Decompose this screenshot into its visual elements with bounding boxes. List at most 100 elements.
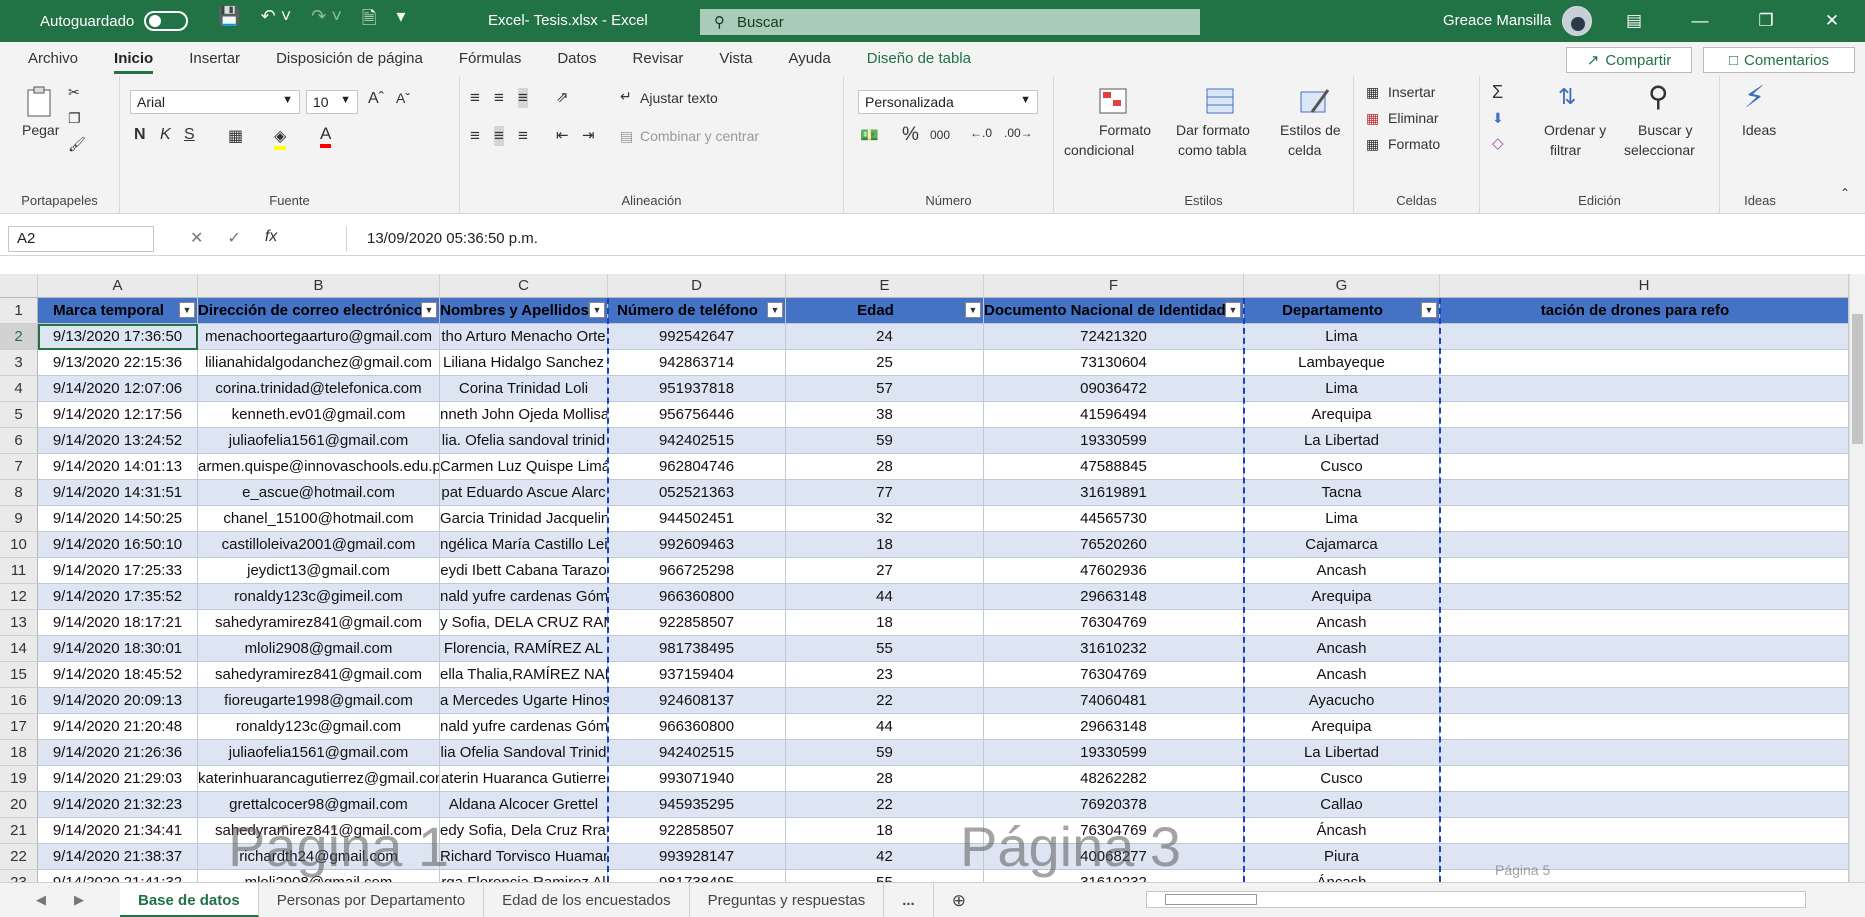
table-cell[interactable]: fioreugarte1998@gmail.com <box>198 688 440 714</box>
table-cell[interactable]: Corina Trinidad Loli <box>440 376 608 402</box>
column-header[interactable]: D <box>608 274 786 298</box>
conditional-format-icon[interactable] <box>1096 86 1130 118</box>
align-bottom-icon[interactable]: ≡ <box>518 88 528 108</box>
underline-button[interactable]: S <box>184 126 195 144</box>
table-cell[interactable]: Richard Torvisco Huaman <box>440 844 608 870</box>
horizontal-scroll-thumb[interactable] <box>1165 894 1257 905</box>
row-header[interactable]: 4 <box>0 376 38 402</box>
table-cell[interactable]: 9/14/2020 14:01:13 <box>38 454 198 480</box>
table-cell[interactable]: 962804746 <box>608 454 786 480</box>
table-cell[interactable]: 09036472 <box>984 376 1244 402</box>
row-header[interactable]: 14 <box>0 636 38 662</box>
table-cell[interactable]: Garcia Trinidad Jacqueline <box>440 506 608 532</box>
table-cell[interactable]: 47602936 <box>984 558 1244 584</box>
paste-icon[interactable] <box>24 86 58 118</box>
filter-dropdown-icon[interactable]: ▼ <box>179 302 195 318</box>
copy-icon[interactable]: ❐ <box>68 110 81 127</box>
table-cell[interactable]: eydi Ibett Cabana Tarazo <box>440 558 608 584</box>
prev-sheet-icon[interactable]: ◀ <box>36 892 46 908</box>
column-header[interactable]: B <box>198 274 440 298</box>
table-cell[interactable]: 9/14/2020 14:31:51 <box>38 480 198 506</box>
row-header[interactable]: 8 <box>0 480 38 506</box>
table-cell[interactable]: 966360800 <box>608 584 786 610</box>
thousands-button[interactable]: 000 <box>930 128 950 142</box>
table-cell[interactable]: corina.trinidad@telefonica.com <box>198 376 440 402</box>
table-cell[interactable]: ngélica María Castillo Lei <box>440 532 608 558</box>
sheet-tab-base-de-datos[interactable]: Base de datos <box>120 882 259 917</box>
table-cell[interactable]: 9/14/2020 17:25:33 <box>38 558 198 584</box>
table-cell[interactable] <box>1440 480 1849 506</box>
avatar[interactable] <box>1562 6 1592 36</box>
table-cell[interactable] <box>1440 714 1849 740</box>
table-cell[interactable]: 9/14/2020 21:41:32 <box>38 870 198 882</box>
sort-filter-label1[interactable]: Ordenar y <box>1544 122 1606 138</box>
filter-dropdown-icon[interactable]: ▼ <box>589 302 605 318</box>
fill-color-icon[interactable]: ◈ <box>274 126 287 150</box>
find-select-label2[interactable]: seleccionar <box>1624 142 1695 158</box>
increase-decimal-icon[interactable]: ←.0 <box>970 126 992 140</box>
table-cell[interactable]: 942402515 <box>608 428 786 454</box>
table-header-cell[interactable]: Nombres y Apellidos ▼ <box>440 298 608 324</box>
align-top-icon[interactable]: ≡ <box>470 88 480 108</box>
column-header[interactable]: F <box>984 274 1244 298</box>
row-header[interactable]: 22 <box>0 844 38 870</box>
table-cell[interactable]: 18 <box>786 818 984 844</box>
vertical-scrollbar[interactable] <box>1849 274 1865 882</box>
table-cell[interactable]: Cusco <box>1244 454 1440 480</box>
table-header-cell[interactable]: Número de teléfono ▼ <box>608 298 786 324</box>
table-cell[interactable]: Lima <box>1244 506 1440 532</box>
table-cell[interactable]: 9/14/2020 21:32:23 <box>38 792 198 818</box>
table-cell[interactable] <box>1440 454 1849 480</box>
table-cell[interactable]: 942863714 <box>608 350 786 376</box>
ribbon-display-icon[interactable]: ▤ <box>1601 0 1667 42</box>
increase-indent-icon[interactable]: ⇥ <box>582 126 595 144</box>
collapse-ribbon-icon[interactable]: ⌃ <box>1840 186 1850 200</box>
autosave-toggle[interactable] <box>144 11 189 31</box>
table-cell[interactable]: Arequipa <box>1244 402 1440 428</box>
table-cell[interactable]: 9/14/2020 21:26:36 <box>38 740 198 766</box>
table-cell[interactable]: 922858507 <box>608 818 786 844</box>
table-cell[interactable]: rga Florencia Ramirez Al <box>440 870 608 882</box>
tab-inicio[interactable]: Inicio <box>96 42 171 76</box>
table-cell[interactable] <box>1440 532 1849 558</box>
table-cell[interactable] <box>1440 558 1849 584</box>
table-cell[interactable] <box>1440 662 1849 688</box>
table-cell[interactable]: 44565730 <box>984 506 1244 532</box>
tab-insertar[interactable]: Insertar <box>171 42 258 76</box>
table-cell[interactable] <box>1440 766 1849 792</box>
column-header[interactable]: G <box>1244 274 1440 298</box>
column-header[interactable]: C <box>440 274 608 298</box>
tab-formulas[interactable]: Fórmulas <box>441 42 540 76</box>
table-cell[interactable]: 74060481 <box>984 688 1244 714</box>
decrease-indent-icon[interactable]: ⇤ <box>556 126 569 144</box>
table-cell[interactable]: 55 <box>786 870 984 882</box>
table-cell[interactable]: 9/14/2020 12:07:06 <box>38 376 198 402</box>
filter-dropdown-icon[interactable]: ▼ <box>421 302 437 318</box>
table-cell[interactable]: Ancash <box>1244 662 1440 688</box>
table-cell[interactable] <box>1440 402 1849 428</box>
table-cell[interactable]: Ancash <box>1244 636 1440 662</box>
table-cell[interactable]: katerinhuarancagutierrez@gmail.com <box>198 766 440 792</box>
table-header-cell[interactable]: Dirección de correo electrónico ▼ <box>198 298 440 324</box>
table-cell[interactable]: 9/14/2020 18:45:52 <box>38 662 198 688</box>
wrap-text-button[interactable]: Ajustar texto <box>640 90 718 106</box>
table-cell[interactable]: Ancash <box>1244 610 1440 636</box>
table-cell[interactable] <box>1440 688 1849 714</box>
row-header[interactable]: 20 <box>0 792 38 818</box>
table-cell[interactable]: 18 <box>786 532 984 558</box>
row-header[interactable]: 2 <box>0 324 38 350</box>
merge-center-button[interactable]: Combinar y centrar <box>640 128 759 144</box>
table-cell[interactable]: 9/14/2020 21:34:41 <box>38 818 198 844</box>
table-cell[interactable]: 27 <box>786 558 984 584</box>
conditional-format-label1[interactable]: Formato <box>1080 122 1170 138</box>
table-cell[interactable]: 9/13/2020 17:36:50 <box>38 324 198 350</box>
align-left-icon[interactable]: ≡ <box>470 126 480 146</box>
table-cell[interactable]: Florencia, RAMÍREZ AL <box>440 636 608 662</box>
table-cell[interactable]: 44 <box>786 584 984 610</box>
undo-icon[interactable]: ↶ ˅ <box>261 6 292 36</box>
formula-input[interactable]: 13/09/2020 05:36:50 p.m. <box>346 226 1846 252</box>
filter-dropdown-icon[interactable]: ▼ <box>1421 302 1437 318</box>
table-cell[interactable]: menachoortegaarturo@gmail.com <box>198 324 440 350</box>
table-cell[interactable]: 22 <box>786 792 984 818</box>
table-cell[interactable]: 28 <box>786 454 984 480</box>
